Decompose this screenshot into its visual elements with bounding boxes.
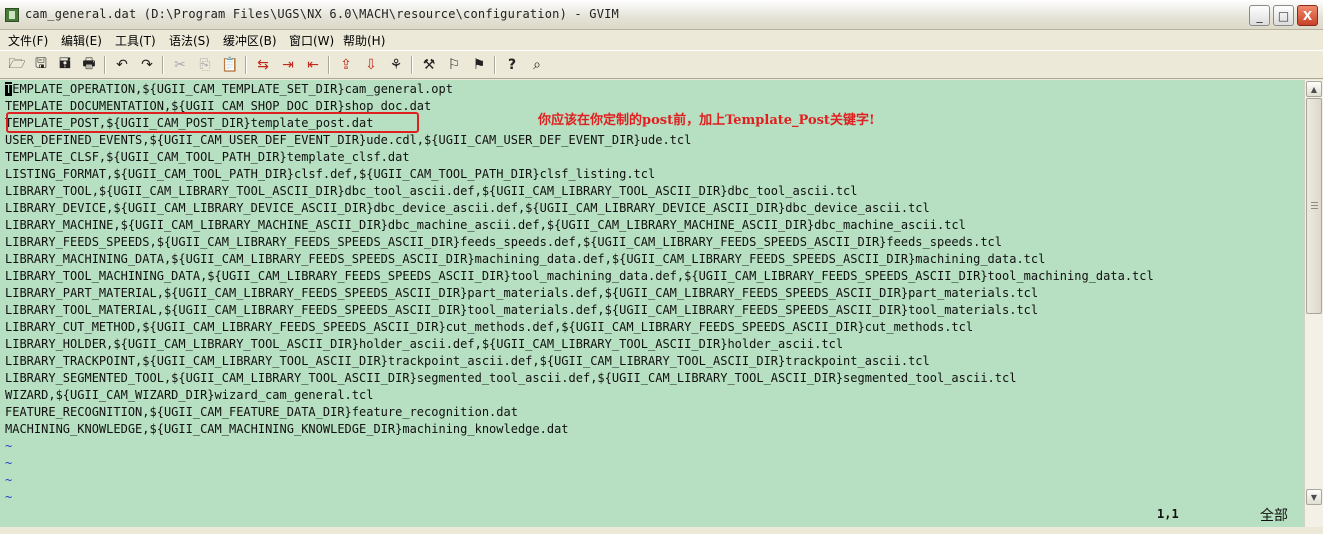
scroll-up-arrow-icon[interactable]: ▲ xyxy=(1306,81,1322,97)
text-line: LIBRARY_TOOL_MATERIAL,${UGII_CAM_LIBRARY… xyxy=(5,303,1039,317)
menu-edit[interactable]: 编辑(E) xyxy=(61,32,102,49)
save-session-icon[interactable]: ⇩ xyxy=(361,55,381,75)
text-line: FEATURE_RECOGNITION,${UGII_CAM_FEATURE_D… xyxy=(5,405,518,419)
text-editor[interactable]: TEMPLATE_OPERATION,${UGII_CAM_TEMPLATE_S… xyxy=(0,80,1304,527)
empty-line-marker: ~ xyxy=(5,473,13,487)
find-help-icon[interactable]: ⌕ xyxy=(527,55,547,75)
text-line: LIBRARY_TOOL_MACHINING_DATA,${UGII_CAM_L… xyxy=(5,269,1154,283)
paste-icon[interactable]: 📋 xyxy=(220,55,240,75)
menu-buffers[interactable]: 缓冲区(B) xyxy=(223,32,277,49)
minimize-button[interactable]: _ xyxy=(1249,5,1270,26)
cut-icon[interactable]: ✂ xyxy=(170,55,190,75)
gvim-app-icon[interactable] xyxy=(5,8,19,22)
text-line-1-rest: EMPLATE_OPERATION,${UGII_CAM_TEMPLATE_SE… xyxy=(12,82,453,96)
cursor-position-ruler: 1,1 xyxy=(1157,507,1179,521)
help-icon[interactable]: ? xyxy=(502,55,522,75)
toolbar-separator xyxy=(494,56,496,74)
text-line: LIBRARY_HOLDER,${UGII_CAM_LIBRARY_TOOL_A… xyxy=(5,337,844,351)
title-bar: cam_general.dat (D:\Program Files\UGS\NX… xyxy=(0,0,1323,30)
text-line: LIBRARY_DEVICE,${UGII_CAM_LIBRARY_DEVICE… xyxy=(5,201,930,215)
toolbar-separator xyxy=(162,56,164,74)
annotation-note: 你应该在你定制的post前，加上Template_Post关键字! xyxy=(538,113,875,128)
menu-window[interactable]: 窗口(W) xyxy=(289,32,334,49)
vertical-scrollbar[interactable]: ▲ ▼ xyxy=(1304,80,1323,527)
text-line: LISTING_FORMAT,${UGII_CAM_TOOL_PATH_DIR}… xyxy=(5,167,656,181)
find-replace-icon[interactable]: ⇆ xyxy=(253,55,273,75)
highlight-box xyxy=(6,112,419,133)
toolbar-separator xyxy=(328,56,330,74)
shell-icon[interactable]: ⚐ xyxy=(444,55,464,75)
scroll-position-indicator: 全部 xyxy=(1260,508,1288,524)
menu-bar: 文件(F) 编辑(E) 工具(T) 语法(S) 缓冲区(B) 窗口(W) 帮助(… xyxy=(0,30,1323,50)
redo-icon[interactable]: ↷ xyxy=(137,55,157,75)
menu-help[interactable]: 帮助(H) xyxy=(343,32,385,49)
text-line: LIBRARY_CUT_METHOD,${UGII_CAM_LIBRARY_FE… xyxy=(5,320,974,334)
text-line: LIBRARY_PART_MATERIAL,${UGII_CAM_LIBRARY… xyxy=(5,286,1039,300)
copy-icon[interactable]: ⎘ xyxy=(195,55,215,75)
toolbar-separator xyxy=(104,56,106,74)
menu-tools[interactable]: 工具(T) xyxy=(115,32,156,49)
toolbar-separator xyxy=(411,56,413,74)
text-line: LIBRARY_TOOL,${UGII_CAM_LIBRARY_TOOL_ASC… xyxy=(5,184,858,198)
toolbar: 🗁 🖫 🖬 🖶 ↶ ↷ ✂ ⎘ 📋 ⇆ ⇥ ⇤ ⇪ ⇩ ⚘ ⚒ ⚐ ⚑ ? ⌕ xyxy=(0,50,1323,79)
print-icon[interactable]: 🖶 xyxy=(79,55,99,75)
maximize-button[interactable]: □ xyxy=(1273,5,1294,26)
find-prev-icon[interactable]: ⇤ xyxy=(303,55,323,75)
save-icon[interactable]: 🖫 xyxy=(31,55,51,75)
text-line: WIZARD,${UGII_CAM_WIZARD_DIR}wizard_cam_… xyxy=(5,388,374,402)
menu-syntax[interactable]: 语法(S) xyxy=(169,32,210,49)
text-line: MACHINING_KNOWLEDGE,${UGII_CAM_MACHINING… xyxy=(5,422,569,436)
undo-icon[interactable]: ↶ xyxy=(112,55,132,75)
text-line: LIBRARY_TRACKPOINT,${UGII_CAM_LIBRARY_TO… xyxy=(5,354,930,368)
window-title: cam_general.dat (D:\Program Files\UGS\NX… xyxy=(25,7,619,21)
text-line: TEMPLATE_CLSF,${UGII_CAM_TOOL_PATH_DIR}t… xyxy=(5,150,410,164)
scrollbar-thumb[interactable] xyxy=(1306,98,1322,314)
tag-jump-icon[interactable]: ⚑ xyxy=(469,55,489,75)
text-line: LIBRARY_SEGMENTED_TOOL,${UGII_CAM_LIBRAR… xyxy=(5,371,1017,385)
toolbar-separator xyxy=(245,56,247,74)
save-all-icon[interactable]: 🖬 xyxy=(55,55,75,75)
grip-line xyxy=(1311,205,1318,206)
grip-line xyxy=(1311,202,1318,203)
text-line: LIBRARY_MACHINING_DATA,${UGII_CAM_LIBRAR… xyxy=(5,252,1046,266)
empty-line-marker: ~ xyxy=(5,456,13,470)
close-button[interactable]: X xyxy=(1297,5,1318,26)
find-next-icon[interactable]: ⇥ xyxy=(278,55,298,75)
text-line: USER_DEFINED_EVENTS,${UGII_CAM_USER_DEF_… xyxy=(5,133,692,147)
empty-line-marker: ~ xyxy=(5,439,13,453)
open-icon[interactable]: 🗁 xyxy=(7,55,27,75)
run-script-icon[interactable]: ⚘ xyxy=(386,55,406,75)
menu-file[interactable]: 文件(F) xyxy=(8,32,48,49)
text-line: LIBRARY_FEEDS_SPEEDS,${UGII_CAM_LIBRARY_… xyxy=(5,235,1002,249)
load-session-icon[interactable]: ⇪ xyxy=(336,55,356,75)
text-line-1: TEMPLATE_OPERATION,${UGII_CAM_TEMPLATE_S… xyxy=(5,81,453,98)
empty-line-marker: ~ xyxy=(5,490,13,504)
make-icon[interactable]: ⚒ xyxy=(419,55,439,75)
scroll-down-arrow-icon[interactable]: ▼ xyxy=(1306,489,1322,505)
grip-line xyxy=(1311,208,1318,209)
window-bottom-border xyxy=(0,527,1323,534)
text-line: LIBRARY_MACHINE,${UGII_CAM_LIBRARY_MACHI… xyxy=(5,218,966,232)
